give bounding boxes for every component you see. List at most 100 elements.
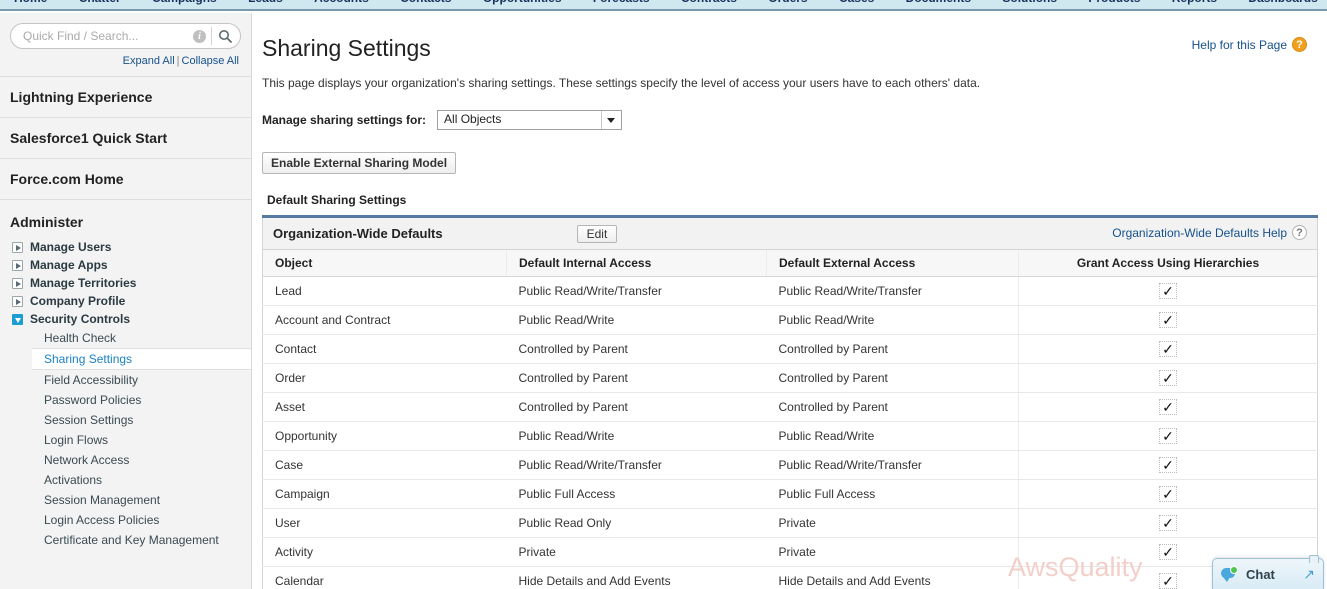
- nav-tab-reports[interactable]: Reports: [1158, 0, 1231, 9]
- cell-grant-access: ✓: [1018, 479, 1318, 509]
- organization-wide-defaults-block: Organization-Wide Defaults Edit Organiza…: [262, 215, 1318, 589]
- sidebar-item-security-controls[interactable]: Security Controls: [0, 310, 251, 328]
- help-question-icon[interactable]: ?: [1292, 225, 1307, 240]
- table-row: User Public Read Only Private ✓: [262, 508, 1318, 538]
- chevron-right-icon[interactable]: [12, 277, 23, 289]
- cell-internal-access: Controlled by Parent: [506, 363, 767, 393]
- cell-external-access: Public Full Access: [766, 479, 1019, 509]
- expand-all-link[interactable]: Expand All: [123, 55, 175, 67]
- owd-title: Organization-Wide Defaults: [273, 226, 443, 241]
- chevron-down-icon: [607, 118, 616, 123]
- check-icon: ✓: [1159, 428, 1177, 444]
- cell-object: Order: [262, 363, 507, 393]
- chevron-down-icon[interactable]: [12, 313, 23, 325]
- expand-arrow-icon[interactable]: ↗: [1303, 566, 1315, 583]
- sidebar-item-session-management[interactable]: Session Management: [0, 490, 251, 510]
- check-icon: ✓: [1159, 341, 1177, 357]
- edit-button[interactable]: Edit: [576, 224, 618, 243]
- manage-sharing-label: Manage sharing settings for:: [262, 113, 427, 127]
- table-row: Lead Public Read/Write/Transfer Public R…: [262, 276, 1318, 306]
- column-header-default-external-access: Default External Access: [766, 250, 1019, 277]
- sidebar-item-health-check[interactable]: Health Check: [0, 328, 251, 348]
- table-row: Contact Controlled by Parent Controlled …: [262, 334, 1318, 364]
- collapse-all-link[interactable]: Collapse All: [182, 55, 239, 67]
- nav-tab-home[interactable]: Home: [0, 0, 61, 9]
- chevron-right-icon[interactable]: [12, 295, 23, 307]
- nav-tab-cases[interactable]: Cases: [825, 0, 888, 9]
- cell-object: Opportunity: [262, 421, 507, 451]
- manage-sharing-selected-value: All Objects: [444, 112, 502, 126]
- nav-tab-contracts[interactable]: Contracts: [667, 0, 751, 9]
- nav-tab-forecasts[interactable]: Forecasts: [579, 0, 664, 9]
- nav-tab-products[interactable]: Products: [1074, 0, 1154, 9]
- nav-tab-accounts[interactable]: Accounts: [300, 0, 383, 9]
- sidebar-item-session-settings[interactable]: Session Settings: [0, 410, 251, 430]
- cell-internal-access: Controlled by Parent: [506, 334, 767, 364]
- sidebar-item-label: Security Controls: [30, 312, 131, 326]
- nav-tab-campaigns[interactable]: Campaigns: [138, 0, 231, 9]
- search-input[interactable]: [21, 28, 188, 44]
- sidebar-item-sharing-settings[interactable]: Sharing Settings: [32, 348, 251, 370]
- nav-tab-opportunities[interactable]: Opportunities: [469, 0, 576, 9]
- search-icon[interactable]: [212, 25, 238, 47]
- sidebar-item-login-flows[interactable]: Login Flows: [0, 430, 251, 450]
- nav-tab-solutions[interactable]: Solutions: [988, 0, 1071, 9]
- cell-internal-access: Public Read Only: [506, 508, 767, 538]
- sidebar-item-password-policies[interactable]: Password Policies: [0, 390, 251, 410]
- help-for-this-page[interactable]: Help for this Page ?: [1192, 37, 1307, 52]
- table-row: Activity Private Private ✓: [262, 537, 1318, 567]
- nav-tab-dashboards[interactable]: Dashboards: [1234, 0, 1327, 9]
- global-nav-tabbar[interactable]: Home Chatter Campaigns Leads Accounts Co…: [0, 0, 1327, 11]
- manage-sharing-settings-row: Manage sharing settings for: All Objects: [253, 90, 1327, 130]
- cell-internal-access: Hide Details and Add Events: [506, 566, 767, 589]
- cell-internal-access: Public Read/Write/Transfer: [506, 276, 767, 306]
- help-for-this-page-link[interactable]: Help for this Page: [1192, 38, 1287, 52]
- sidebar-item-login-access-policies[interactable]: Login Access Policies: [0, 510, 251, 530]
- organization-wide-defaults-header: Organization-Wide Defaults Edit Organiza…: [262, 218, 1318, 250]
- check-icon: ✓: [1159, 312, 1177, 328]
- owd-help-link[interactable]: Organization-Wide Defaults Help: [1112, 226, 1287, 240]
- owd-help[interactable]: Organization-Wide Defaults Help ?: [1112, 225, 1307, 240]
- help-question-icon[interactable]: ?: [1292, 37, 1307, 52]
- sidebar-item-manage-apps[interactable]: Manage Apps: [0, 256, 251, 274]
- sidebar-item-field-accessibility[interactable]: Field Accessibility: [0, 370, 251, 390]
- quick-find-searchbox[interactable]: i: [10, 23, 241, 49]
- nav-tab-contacts[interactable]: Contacts: [386, 0, 465, 9]
- sidebar-item-manage-territories[interactable]: Manage Territories: [0, 274, 251, 292]
- chat-widget[interactable]: Chat ↗: [1212, 555, 1324, 589]
- nav-tab-documents[interactable]: Documents: [892, 0, 985, 9]
- cell-grant-access: ✓: [1018, 508, 1318, 538]
- cell-internal-access: Public Full Access: [506, 479, 767, 509]
- cell-external-access: Private: [766, 508, 1019, 538]
- enable-external-sharing-row: Enable External Sharing Model: [253, 130, 1327, 174]
- cell-external-access: Public Read/Write/Transfer: [766, 450, 1019, 480]
- cell-object: Account and Contract: [262, 305, 507, 335]
- manage-sharing-select[interactable]: All Objects: [437, 110, 623, 130]
- info-icon[interactable]: i: [193, 29, 206, 43]
- sidebar-item-manage-users[interactable]: Manage Users: [0, 238, 251, 256]
- sidebar-item-company-profile[interactable]: Company Profile: [0, 292, 251, 310]
- nav-tab-chatter[interactable]: Chatter: [65, 0, 135, 9]
- cell-external-access: Public Read/Write: [766, 305, 1019, 335]
- enable-external-sharing-model-button[interactable]: Enable External Sharing Model: [262, 152, 457, 174]
- cell-internal-access: Controlled by Parent: [506, 392, 767, 422]
- cell-external-access: Private: [766, 537, 1019, 567]
- sidebar-item-forcecom-home[interactable]: Force.com Home: [0, 158, 251, 200]
- cell-external-access: Controlled by Parent: [766, 363, 1019, 393]
- chevron-right-icon[interactable]: [12, 241, 23, 253]
- expand-collapse-separator: |: [176, 55, 180, 67]
- administer-heading: Administer: [10, 214, 84, 230]
- table-row: Account and Contract Public Read/Write P…: [262, 305, 1318, 335]
- nav-tab-leads[interactable]: Leads: [234, 0, 297, 9]
- cell-internal-access: Public Read/Write/Transfer: [506, 450, 767, 480]
- sidebar-item-network-access[interactable]: Network Access: [0, 450, 251, 470]
- column-header-default-internal-access: Default Internal Access: [506, 250, 767, 277]
- nav-tab-orders[interactable]: Orders: [754, 0, 821, 9]
- sidebar-item-certificate-key-management[interactable]: Certificate and Key Management: [0, 530, 251, 550]
- cell-internal-access: Private: [506, 537, 767, 567]
- sidebar-item-activations[interactable]: Activations: [0, 470, 251, 490]
- sidebar-item-lightning-experience[interactable]: Lightning Experience: [0, 76, 251, 118]
- chevron-right-icon[interactable]: [12, 259, 23, 271]
- sidebar-item-label: Manage Territories: [30, 276, 137, 290]
- sidebar-item-salesforce1-quick-start[interactable]: Salesforce1 Quick Start: [0, 117, 251, 159]
